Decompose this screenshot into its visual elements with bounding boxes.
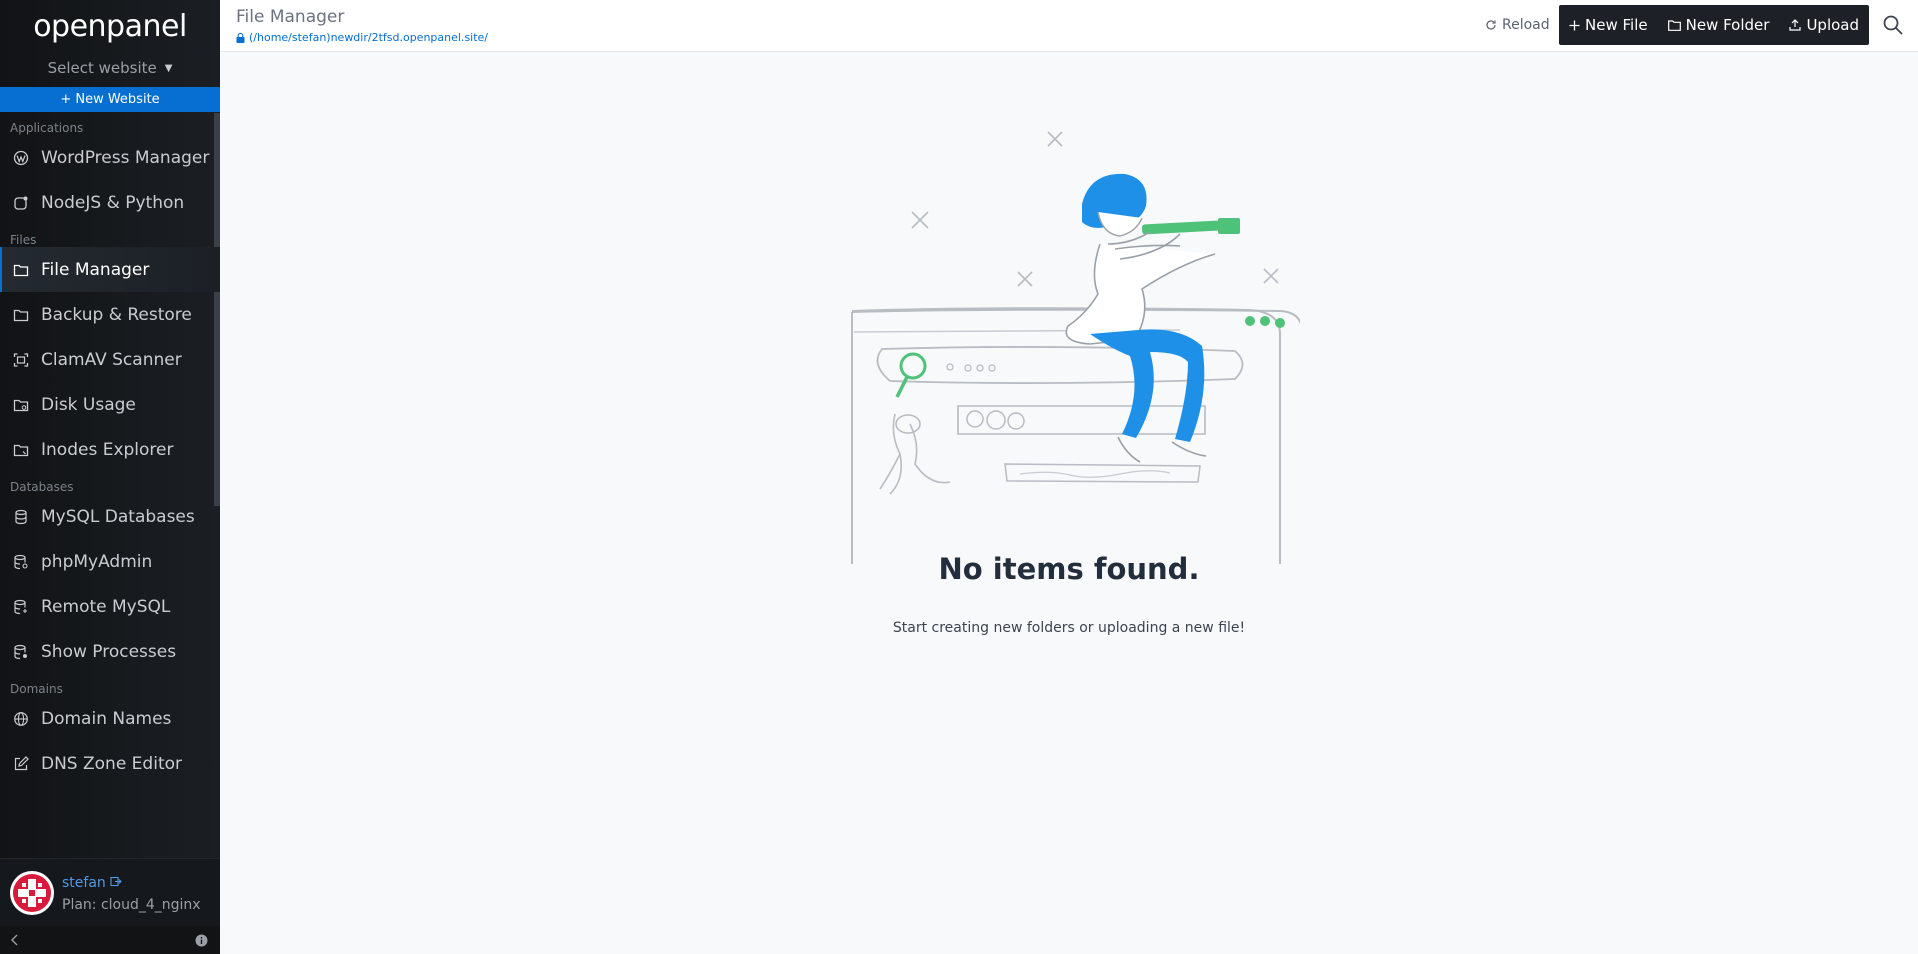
sidebar-item-label: Show Processes (41, 641, 177, 662)
sidebar-item-show-processes[interactable]: Show Processes (0, 629, 220, 674)
new-folder-button[interactable]: New Folder (1667, 16, 1770, 34)
database-icon (15, 509, 27, 524)
lock-icon (236, 32, 245, 43)
user-plan: Plan: cloud_4_nginx (62, 897, 201, 913)
sidebar-item-label: NodeJS & Python (41, 192, 185, 213)
empty-state-illustration (851, 131, 1300, 564)
sidebar-item-backup-restore[interactable]: Backup & Restore (0, 292, 220, 337)
file-actions-toolbar: New File New Folder Upload (1559, 5, 1869, 45)
collapse-sidebar-icon[interactable] (10, 934, 20, 946)
sidebar-item-remote-mysql[interactable]: Remote MySQL (0, 584, 220, 629)
sidebar-item-nodejs-python[interactable]: NodeJS & Python (0, 180, 220, 225)
sidebar-item-wordpress-manager[interactable]: WordPress Manager (0, 135, 220, 180)
sidebar-item-dns-zone-editor[interactable]: DNS Zone Editor (0, 741, 220, 786)
folder-icon (1667, 19, 1681, 31)
sidebar-item-mysql-databases[interactable]: MySQL Databases (0, 494, 220, 539)
chevron-down-icon: ▼ (164, 62, 173, 74)
sidebar-item-label: Inodes Explorer (41, 439, 174, 460)
breadcrumb[interactable]: (/home/stefan)newdir/2tfsd.openpanel.sit… (236, 31, 488, 44)
section-label-domains: Domains (10, 682, 63, 696)
sidebar-item-label: phpMyAdmin (41, 551, 153, 572)
upload-icon (1789, 19, 1802, 31)
sidebar-item-clamav-scanner[interactable]: ClamAV Scanner (0, 337, 220, 382)
sidebar-item-domain-names[interactable]: Domain Names (0, 696, 220, 741)
search-icon[interactable] (1882, 14, 1904, 36)
sidebar-nav: Applications WordPress Manager NodeJS & … (0, 113, 220, 858)
upload-button[interactable]: Upload (1789, 16, 1859, 34)
globe-icon (14, 711, 28, 726)
new-file-label: New File (1585, 16, 1648, 34)
edit-icon (14, 755, 29, 770)
folder-icon (13, 399, 29, 411)
sidebar-item-phpmyadmin[interactable]: phpMyAdmin (0, 539, 220, 584)
sidebar-item-label: Backup & Restore (41, 304, 192, 325)
user-panel: stefan Plan: cloud_4_nginx (0, 858, 220, 927)
user-name: stefan (62, 875, 106, 891)
page-title: File Manager (236, 7, 345, 27)
empty-state-title: No items found. (938, 552, 1200, 586)
section-label-files: Files (10, 233, 37, 247)
reload-icon (1486, 20, 1496, 30)
database-icon (14, 554, 28, 569)
new-file-button[interactable]: New File (1569, 16, 1648, 34)
top-bar: File Manager (/home/stefan)newdir/2tfsd.… (220, 0, 1918, 52)
sidebar-item-label: File Manager (41, 259, 150, 280)
sidebar-item-label: DNS Zone Editor (41, 753, 182, 774)
website-selector[interactable]: Select website ▼ (0, 52, 220, 84)
upload-label: Upload (1806, 16, 1859, 34)
sidebar-bottom-bar (0, 926, 220, 954)
sidebar-item-file-manager[interactable]: File Manager (0, 247, 220, 292)
plus-icon (1569, 20, 1580, 30)
sidebar-item-disk-usage[interactable]: Disk Usage (0, 382, 220, 427)
app-icon (14, 196, 28, 210)
sidebar-item-label: Domain Names (41, 708, 172, 729)
folder-icon (13, 444, 29, 456)
scan-icon (13, 352, 29, 367)
database-icon (14, 644, 27, 659)
folder-icon (13, 264, 29, 276)
breadcrumb-path: (/home/stefan)newdir/2tfsd.openpanel.sit… (249, 31, 489, 44)
reload-label: Reload (1502, 17, 1550, 33)
sidebar-item-label: Disk Usage (41, 394, 136, 415)
info-icon[interactable] (195, 934, 208, 947)
avatar[interactable] (10, 871, 54, 915)
section-label-applications: Applications (10, 121, 84, 135)
empty-state-subtitle: Start creating new folders or uploading … (892, 620, 1246, 636)
section-label-databases: Databases (10, 480, 74, 494)
new-folder-label: New Folder (1685, 16, 1770, 34)
sidebar-item-label: MySQL Databases (41, 506, 195, 527)
brand-logo[interactable]: openpanel (0, 0, 220, 52)
sidebar-item-label: WordPress Manager (41, 147, 210, 168)
wordpress-icon (13, 150, 29, 165)
sidebar-item-label: ClamAV Scanner (41, 349, 182, 370)
sidebar-item-label: Remote MySQL (41, 596, 171, 617)
website-selector-label: Select website (47, 59, 157, 77)
sidebar-item-inodes-explorer[interactable]: Inodes Explorer (0, 427, 220, 472)
sidebar: openpanel Select website ▼ + New Website… (0, 0, 220, 954)
logout-icon (110, 876, 123, 887)
reload-button[interactable]: Reload (1485, 11, 1550, 39)
user-name-link[interactable]: stefan (62, 875, 123, 891)
database-icon (14, 599, 27, 614)
avatar-pattern-icon (13, 874, 51, 912)
new-website-button[interactable]: + New Website (0, 87, 220, 112)
folder-icon (13, 309, 29, 321)
main-content: No items found. Start creating new folde… (220, 52, 1918, 954)
